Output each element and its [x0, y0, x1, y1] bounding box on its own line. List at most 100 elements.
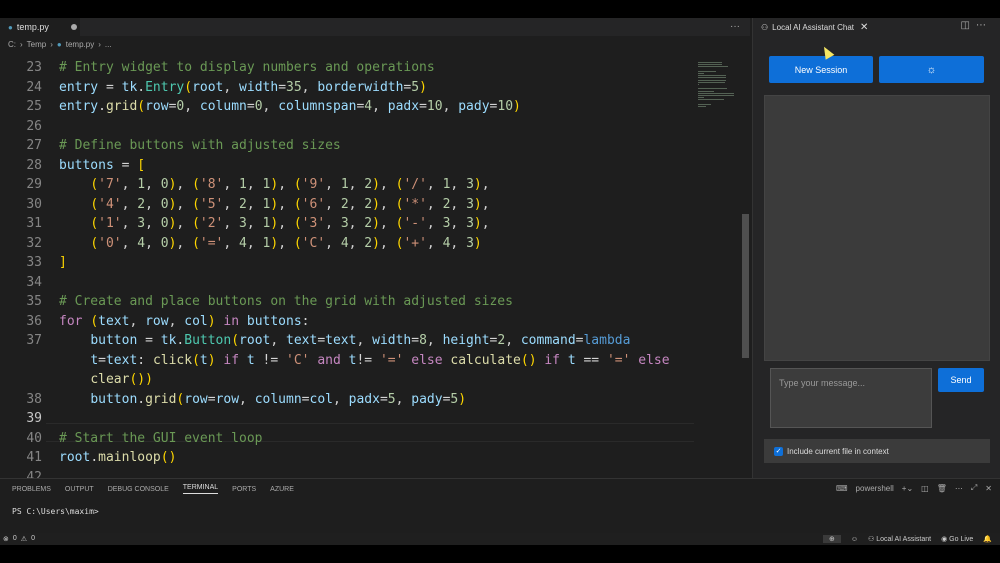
- code-text: ('7', 1, 0), ('8', 1, 1), ('9', 1, 2), (…: [90, 177, 490, 193]
- breadcrumb-folder[interactable]: Temp: [27, 40, 47, 49]
- code-line[interactable]: 26: [0, 117, 740, 137]
- code-line[interactable]: 37 button = tk.Button(root, text=text, w…: [0, 331, 740, 351]
- code-line[interactable]: 33]: [0, 253, 740, 273]
- panel-tab-output[interactable]: OUTPUT: [65, 486, 94, 493]
- zoom-icon[interactable]: ⊕: [822, 535, 841, 543]
- include-context-checkbox[interactable]: ✓: [774, 446, 783, 456]
- code-text: button.grid(row=row, column=col, padx=5,…: [90, 391, 467, 407]
- code-line[interactable]: 39: [0, 409, 740, 429]
- more-icon[interactable]: ⋯: [955, 484, 963, 493]
- code-text: # Create and place buttons on the grid w…: [59, 294, 513, 310]
- unsaved-dot-icon[interactable]: [70, 24, 77, 30]
- code-line[interactable]: 30 ('4', 2, 0), ('5', 2, 1), ('6', 2, 2)…: [0, 195, 740, 215]
- minimap-line: [698, 70, 716, 72]
- split-icon[interactable]: ◫: [921, 484, 929, 493]
- code-text: for (text, row, col) in buttons:: [59, 313, 310, 329]
- copilot-icon[interactable]: ☺: [851, 536, 858, 543]
- editor-scrollbar[interactable]: [742, 214, 749, 358]
- code-text: ('0', 4, 0), ('=', 4, 1), ('C', 4, 2), (…: [90, 235, 482, 251]
- send-button[interactable]: Send: [938, 368, 984, 392]
- panel-tab-debug-console[interactable]: DEBUG CONSOLE: [108, 486, 169, 493]
- go-live[interactable]: ◉ Go Live: [941, 535, 973, 543]
- line-number: 38: [26, 391, 42, 407]
- line-number: 31: [26, 216, 42, 232]
- layout-icons[interactable]: ◫⋯: [961, 20, 992, 31]
- bell-icon[interactable]: 🔔: [983, 535, 992, 543]
- close-icon[interactable]: ✕: [860, 22, 868, 33]
- warning-icon[interactable]: ⚠: [21, 535, 27, 543]
- line-number: 23: [26, 60, 42, 76]
- status-bar: ⊗ 0 ⚠ 0 ⊕ ☺ ⚇ Local AI Assistant ◉ Go Li…: [0, 533, 1000, 545]
- code-line[interactable]: 27 # Define buttons with adjusted sizes: [0, 136, 740, 156]
- code-line[interactable]: 40 # Start the GUI event loop: [0, 429, 740, 449]
- line-number: 24: [26, 79, 42, 95]
- terminal-prompt[interactable]: PS C:\Users\maxim>: [12, 507, 99, 516]
- add-terminal-icon[interactable]: +⌄: [902, 484, 913, 493]
- line-number: 28: [26, 157, 42, 173]
- minimap-line: [698, 75, 726, 77]
- trash-icon[interactable]: 🗑: [937, 484, 947, 493]
- panel-tab-ports[interactable]: PORTS: [232, 486, 256, 493]
- minimap-line: [698, 84, 699, 85]
- code-line[interactable]: 41 root.mainloop(): [0, 448, 740, 468]
- code-text: root.mainloop(): [59, 450, 177, 466]
- breadcrumb: C: › Temp › ● temp.py › ...: [0, 36, 750, 52]
- code-editor[interactable]: 23 # Entry widget to display numbers and …: [0, 52, 740, 485]
- code-line[interactable]: 31 ('1', 3, 0), ('2', 3, 1), ('3', 3, 2)…: [0, 214, 740, 234]
- panel-tab-problems[interactable]: PROBLEMS: [12, 486, 51, 493]
- code-line[interactable]: 25 entry.grid(row=0, column=0, columnspan…: [0, 97, 740, 117]
- python-file-icon: ●: [56, 39, 62, 49]
- tab-temp-py[interactable]: ● temp.py: [0, 18, 80, 36]
- maximize-icon[interactable]: ⤢: [971, 483, 977, 493]
- minimap-line: [698, 73, 704, 74]
- minimap-line: [698, 64, 722, 66]
- code-line[interactable]: 29 ('7', 1, 0), ('8', 1, 1), ('9', 1, 2)…: [0, 175, 740, 195]
- more-actions-icon[interactable]: ···: [730, 21, 740, 32]
- minimap-line: [698, 106, 706, 107]
- line-number: 26: [26, 118, 42, 134]
- error-icon[interactable]: ⊗: [3, 535, 9, 543]
- code-text: # Start the GUI event loop: [59, 430, 263, 446]
- shell-label[interactable]: powershell: [856, 484, 894, 493]
- chevron-right-icon: ›: [20, 39, 23, 49]
- message-input[interactable]: Type your message...: [770, 368, 932, 428]
- code-line[interactable]: 23 # Entry widget to display numbers and …: [0, 58, 740, 78]
- code-line[interactable]: t=text: click(t) if t != 'C' and t!= '='…: [0, 351, 740, 371]
- code-line[interactable]: 24 entry = tk.Entry(root, width=35, borde…: [0, 78, 740, 98]
- include-context-row: ✓ Include current file in context: [764, 439, 990, 463]
- line-number: 36: [26, 313, 42, 329]
- close-panel-icon[interactable]: ✕: [985, 484, 992, 493]
- error-count[interactable]: 0: [13, 535, 17, 543]
- code-line[interactable]: 38 button.grid(row=row, column=col, padx…: [0, 390, 740, 410]
- line-number: 35: [26, 294, 42, 310]
- code-text: # Define buttons with adjusted sizes: [59, 138, 341, 154]
- breadcrumb-file[interactable]: temp.py: [66, 40, 94, 49]
- code-text: t=text: click(t) if t != 'C' and t!= '='…: [90, 352, 670, 368]
- code-line[interactable]: 34: [0, 273, 740, 293]
- code-line[interactable]: 28 buttons = [: [0, 156, 740, 176]
- minimap-line: [698, 95, 734, 96]
- code-line[interactable]: 32 ('0', 4, 0), ('=', 4, 1), ('C', 4, 2)…: [0, 234, 740, 254]
- panel-tab-azure[interactable]: AZURE: [270, 486, 294, 493]
- chat-history[interactable]: [764, 95, 990, 361]
- breadcrumb-tail[interactable]: ...: [105, 40, 112, 49]
- chat-tab-label: Local AI Assistant Chat: [772, 22, 854, 32]
- line-number: 33: [26, 255, 42, 271]
- minimap-line: [698, 92, 734, 94]
- code-line[interactable]: clear()): [0, 370, 740, 390]
- code-text: buttons = [: [59, 157, 146, 173]
- code-line[interactable]: 35 # Create and place buttons on the grid…: [0, 292, 740, 312]
- theme-toggle-button[interactable]: ☼: [879, 56, 984, 83]
- new-session-button[interactable]: New Session: [769, 56, 873, 83]
- line-number: 30: [26, 196, 42, 212]
- line-number: 29: [26, 177, 42, 193]
- breadcrumb-root[interactable]: C:: [8, 40, 16, 49]
- code-line[interactable]: 36 for (text, row, col) in buttons:: [0, 312, 740, 332]
- panel-tab-terminal[interactable]: TERMINAL: [182, 484, 219, 494]
- python-file-icon: ●: [8, 22, 13, 32]
- assistant-status[interactable]: ⚇ Local AI Assistant: [868, 535, 931, 543]
- terminal-icon: ⌨: [836, 483, 848, 493]
- warning-count[interactable]: 0: [31, 535, 35, 543]
- minimap-line: [698, 97, 704, 99]
- minimap[interactable]: [696, 52, 736, 112]
